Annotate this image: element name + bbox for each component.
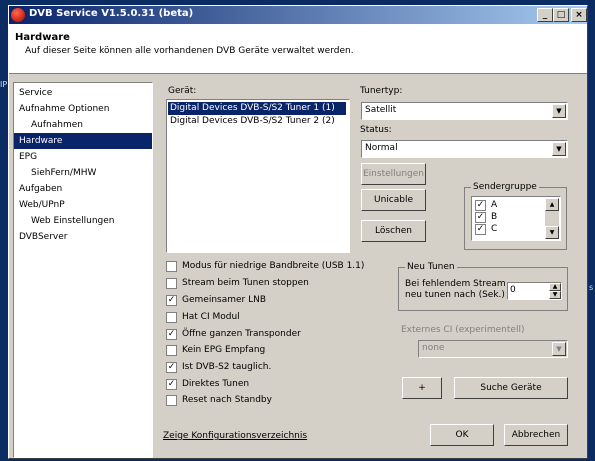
delete-button[interactable]: Löschen — [361, 220, 426, 242]
search-devices-button[interactable]: Suche Geräte — [454, 377, 568, 399]
sidebar-item-aufnahme-optionen[interactable]: Aufnahme Optionen — [14, 101, 152, 117]
checkbox[interactable]: ✓ — [166, 295, 177, 306]
checkbox[interactable]: ✓ — [166, 329, 177, 340]
sendergruppe-group: Sendergruppe ✓ A ✓ B ✓ C ▲ ▼ — [464, 182, 567, 250]
checkbox[interactable] — [166, 278, 177, 289]
sidebar-item-siehfern-mhw[interactable]: SiehFern/MHW — [14, 165, 152, 181]
device-item[interactable]: Digital Devices DVB-S/S2 Tuner 2 (2) — [168, 115, 346, 128]
neutunen-value: 0 — [510, 285, 516, 295]
spin-up-icon[interactable]: ▲ — [549, 283, 561, 291]
sidebar-item-aufnahmen[interactable]: Aufnahmen — [14, 117, 152, 133]
scrollbar[interactable]: ▲ ▼ — [545, 198, 559, 239]
cancel-button[interactable]: Abbrechen — [504, 424, 568, 446]
scroll-up-icon[interactable]: ▲ — [545, 198, 559, 211]
checkbox[interactable] — [166, 395, 177, 406]
sidebar-item-service[interactable]: Service — [14, 85, 152, 101]
checkbox[interactable] — [166, 261, 177, 272]
externes-ci-value: none — [422, 343, 445, 353]
checkbox[interactable] — [166, 345, 177, 356]
neutunen-title: Neu Tunen — [405, 262, 457, 272]
chevron-down-icon[interactable]: ▼ — [552, 104, 566, 118]
chevron-down-icon[interactable]: ▼ — [552, 342, 566, 356]
title-bar[interactable]: DVB Service V1.5.0.31 (beta) _ □ × — [9, 6, 587, 24]
page-title: Hardware — [15, 32, 70, 43]
desktop-right — [588, 0, 595, 461]
checkbox[interactable] — [166, 312, 177, 323]
status-label: Status: — [360, 125, 392, 135]
chevron-down-icon[interactable]: ▼ — [552, 142, 566, 156]
scroll-down-icon[interactable]: ▼ — [545, 226, 559, 239]
app-icon — [11, 8, 25, 22]
minimize-button[interactable]: _ — [537, 8, 553, 22]
device-list[interactable]: Digital Devices DVB-S/S2 Tuner 1 (1) Dig… — [166, 99, 350, 253]
page-description: Auf dieser Seite können alle vorhandenen… — [25, 46, 354, 56]
close-button[interactable]: × — [571, 8, 587, 22]
checkbox[interactable]: ✓ — [475, 212, 486, 223]
tunertype-select[interactable]: Satellit ▼ — [361, 102, 568, 120]
tunertype-label: Tunertyp: — [360, 86, 403, 96]
desktop-left-glyph: IP — [0, 80, 8, 89]
add-button[interactable]: + — [402, 377, 442, 399]
spin-down-icon[interactable]: ▼ — [549, 291, 561, 299]
main-window: DVB Service V1.5.0.31 (beta) _ □ × Hardw… — [8, 5, 588, 459]
status-select[interactable]: Normal ▼ — [361, 140, 568, 158]
neutunen-spinner[interactable]: 0 ▲ ▼ — [507, 282, 562, 300]
sendergruppe-list[interactable]: ✓ A ✓ B ✓ C ▲ ▼ — [471, 196, 561, 241]
externes-ci-label: Externes CI (experimentell) — [401, 325, 525, 335]
device-item[interactable]: Digital Devices DVB-S/S2 Tuner 1 (1) — [168, 102, 346, 115]
checkbox[interactable]: ✓ — [166, 379, 177, 390]
maximize-button[interactable]: □ — [553, 8, 569, 22]
checkbox[interactable]: ✓ — [166, 362, 177, 373]
sendergruppe-title: Sendergruppe — [471, 182, 539, 192]
sidebar-item-epg[interactable]: EPG — [14, 149, 152, 165]
status-value: Normal — [365, 143, 398, 153]
desktop-left — [0, 0, 8, 461]
sidebar-item-web-einstellungen[interactable]: Web Einstellungen — [14, 213, 152, 229]
device-label: Gerät: — [168, 86, 197, 96]
sidebar-item-web-upnp[interactable]: Web/UPnP — [14, 197, 152, 213]
config-dir-link[interactable]: Zeige Konfigurationsverzeichnis — [163, 431, 307, 441]
settings-button[interactable]: Einstellungen — [361, 163, 426, 185]
unicable-button[interactable]: Unicable — [361, 189, 426, 211]
externes-ci-select[interactable]: none ▼ — [418, 340, 568, 358]
desktop-right-glyph: s — [589, 283, 594, 292]
checkbox[interactable]: ✓ — [475, 224, 486, 235]
page-header: Hardware Auf dieser Seite können alle vo… — [9, 24, 587, 74]
neutunen-label-2: neu tunen nach (Sek.) — [405, 290, 505, 300]
ok-button[interactable]: OK — [430, 424, 494, 446]
checkbox[interactable]: ✓ — [475, 200, 486, 211]
sidebar-item-hardware[interactable]: Hardware — [14, 133, 152, 149]
neutunen-label-1: Bei fehlendem Stream — [405, 279, 506, 289]
sidebar-item-aufgaben[interactable]: Aufgaben — [14, 181, 152, 197]
tunertype-value: Satellit — [365, 105, 397, 115]
sidebar-nav: Service Aufnahme Optionen Aufnahmen Hard… — [13, 82, 153, 458]
window-title: DVB Service V1.5.0.31 (beta) — [29, 8, 194, 19]
neutunen-group: Neu Tunen Bei fehlendem Stream neu tunen… — [398, 262, 568, 311]
sidebar-item-dvbserver[interactable]: DVBServer — [14, 229, 152, 245]
